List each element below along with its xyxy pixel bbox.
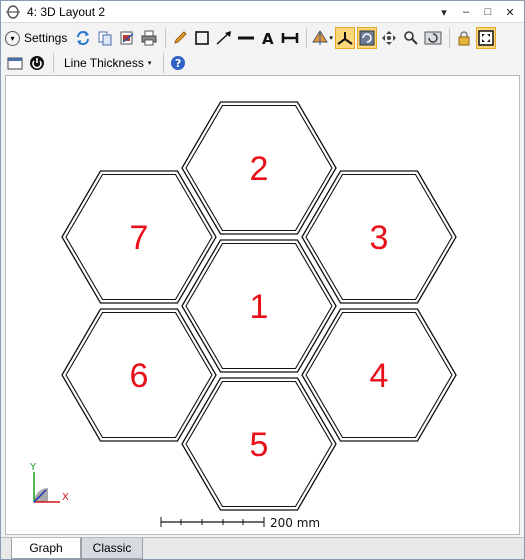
fit-icon	[478, 30, 494, 46]
chevron-down-icon: ▾	[5, 30, 20, 46]
pencil-button[interactable]	[170, 27, 190, 49]
line-thickness-dropdown[interactable]: Line Thickness ▾	[58, 52, 157, 74]
copy-button[interactable]	[95, 27, 115, 49]
minimize-button[interactable]: –	[456, 3, 476, 21]
lock-icon	[458, 31, 470, 46]
title-bar: 4: 3D Layout 2 ▾ – □ ✕	[1, 1, 524, 23]
window-button[interactable]	[5, 52, 25, 74]
view-rotate-icon	[312, 30, 329, 45]
tab-classic[interactable]: Classic	[81, 538, 143, 559]
tab-label: Graph	[29, 541, 63, 555]
close-button[interactable]: ✕	[500, 3, 520, 21]
rotate-icon	[359, 30, 375, 46]
layout-window: 4: 3D Layout 2 ▾ – □ ✕ ▾ Settings A ▾ Li…	[0, 0, 525, 560]
main-toolbar: ▾ Settings A ▾	[1, 24, 524, 52]
scale-bar-label: 200 mm	[270, 516, 320, 530]
hexagon-label: 1	[250, 288, 269, 326]
maximize-button[interactable]: □	[478, 3, 498, 21]
tab-strip: Graph Classic	[1, 537, 524, 559]
tab-graph[interactable]: Graph	[11, 538, 81, 559]
lock-button[interactable]	[454, 27, 474, 49]
dimension-button[interactable]	[280, 27, 300, 49]
help-icon: ?	[171, 56, 186, 70]
hexagon-label-group: 1 2 3 4 5 6 7	[130, 150, 389, 464]
power-button[interactable]	[27, 52, 47, 74]
svg-text:A: A	[262, 30, 274, 46]
hexagon-label: 5	[250, 426, 269, 464]
refresh-button[interactable]	[73, 27, 93, 49]
export-button[interactable]	[117, 27, 137, 49]
help-button[interactable]: ?	[168, 52, 188, 74]
toolbar-separator	[448, 28, 450, 48]
arrow-button[interactable]	[214, 27, 234, 49]
layout-drawing[interactable]: 1 2 3 4 5 6 7 Y X 200 mm	[6, 76, 519, 534]
rectangle-icon	[195, 31, 210, 45]
hexagon-label: 3	[370, 219, 389, 257]
text-icon: A	[262, 30, 274, 46]
toolbar-separator	[306, 28, 308, 48]
chevron-down-icon: ▾	[329, 35, 333, 42]
chevron-down-icon: ▾	[147, 60, 152, 67]
axes-triad: Y X	[29, 462, 69, 503]
fit-view-button[interactable]	[475, 27, 496, 49]
hexagon-label: 4	[370, 357, 389, 395]
hexagon-label: 2	[250, 150, 269, 188]
print-button[interactable]	[139, 27, 159, 49]
export-icon	[120, 31, 134, 45]
secondary-toolbar: Line Thickness ▾ ?	[1, 52, 524, 74]
arrow-icon	[216, 31, 232, 45]
x-axis-label: X	[62, 492, 69, 503]
reset-view-button[interactable]	[423, 27, 443, 49]
line-icon	[238, 36, 255, 40]
axes-icon	[337, 32, 353, 45]
text-button[interactable]: A	[258, 27, 278, 49]
reset-icon	[424, 31, 442, 45]
line-button[interactable]	[236, 27, 256, 49]
settings-button[interactable]: ▾ Settings	[5, 27, 71, 49]
pan-icon	[381, 31, 396, 45]
scale-bar: 200 mm	[160, 516, 320, 530]
refresh-icon	[77, 31, 90, 45]
axes-view-button[interactable]	[334, 27, 355, 49]
power-icon	[30, 56, 44, 70]
settings-label: Settings	[24, 31, 68, 45]
svg-text:?: ?	[175, 57, 181, 70]
toolbar-separator	[165, 28, 167, 48]
pan-button[interactable]	[379, 27, 399, 49]
toolbar-separator	[53, 53, 54, 73]
window-controls: ▾ – □ ✕	[434, 3, 520, 21]
pencil-icon	[174, 31, 188, 44]
window-icon	[7, 57, 23, 70]
hexagon-label: 7	[130, 219, 149, 257]
line-thickness-label: Line Thickness	[64, 56, 144, 70]
print-icon	[141, 30, 157, 46]
tab-label: Classic	[92, 541, 132, 555]
rectangle-button[interactable]	[192, 27, 212, 49]
view-rotate-dropdown[interactable]: ▾	[311, 27, 333, 49]
copy-icon	[98, 31, 112, 46]
pin-dropdown-button[interactable]: ▾	[434, 3, 454, 21]
window-title: 4: 3D Layout 2	[27, 4, 106, 19]
layout-canvas[interactable]: 1 2 3 4 5 6 7 Y X 200 mm	[5, 75, 520, 535]
y-axis-label: Y	[29, 462, 37, 473]
dimension-icon	[282, 33, 299, 43]
app-lens-icon	[5, 4, 21, 20]
zoom-button[interactable]	[401, 27, 421, 49]
zoom-icon	[404, 31, 418, 45]
rotate-view-button[interactable]	[356, 27, 377, 49]
toolbar-separator	[163, 53, 165, 73]
hexagon-label: 6	[130, 357, 149, 395]
